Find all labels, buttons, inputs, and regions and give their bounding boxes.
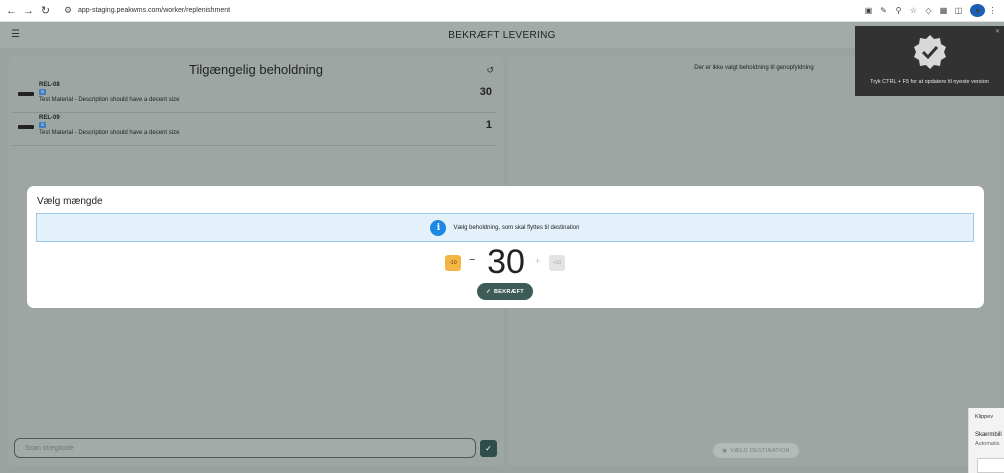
- inventory-title: Tilgængelig beholdning: [189, 62, 323, 77]
- increase-one-button[interactable]: +: [535, 256, 540, 266]
- notification-thumbnail: [977, 458, 1004, 473]
- select-destination-label: VÆLG DESTINATION: [730, 447, 790, 454]
- hamburger-menu-icon[interactable]: ☰: [11, 29, 20, 40]
- select-destination-button[interactable]: ◉ VÆLG DESTINATION: [713, 443, 799, 458]
- verified-badge-icon: [914, 35, 946, 69]
- page-title: BEKRÆFT LEVERING: [448, 29, 556, 41]
- refresh-icon[interactable]: ↺: [486, 65, 494, 76]
- forward-icon[interactable]: →: [20, 0, 37, 22]
- bookmark-star-icon[interactable]: ☆: [906, 6, 921, 15]
- app-header: ☰ BEKRÆFT LEVERING: [0, 22, 1004, 48]
- close-icon[interactable]: ✕: [995, 28, 1000, 35]
- toast-message: Tryk CTRL + F5 for at opdatere til nyest…: [870, 79, 989, 85]
- quantity-value: 30: [487, 243, 525, 281]
- info-alert: i Vælg beholdning, som skal flyttes til …: [36, 213, 974, 242]
- cast-icon[interactable]: ▣: [861, 6, 876, 15]
- inventory-row[interactable]: REL-09 S Test Material - Description sho…: [12, 113, 496, 146]
- item-description: Test Material - Description should have …: [39, 130, 180, 136]
- notification-title: Skærmbill: [975, 432, 1002, 438]
- inventory-row[interactable]: REL-08 S Test Material - Description sho…: [12, 80, 496, 113]
- notification-subtitle: Automatis: [975, 441, 1000, 447]
- quantity-stepper: -10 − 30 + +10: [445, 243, 567, 283]
- decrease-one-button[interactable]: −: [469, 254, 475, 266]
- item-type-icon: [18, 125, 34, 129]
- check-icon: ✓: [486, 288, 491, 295]
- zoom-icon[interactable]: ⚲: [891, 6, 906, 15]
- item-tag-badge: S: [39, 89, 46, 95]
- browser-toolbar: ← → ↻ ⚙ app-staging.peakwms.com/worker/r…: [0, 0, 1004, 22]
- quantity-dialog: Vælg mængde i Vælg beholdning, som skal …: [27, 186, 984, 308]
- item-quantity: 30: [479, 86, 492, 98]
- item-quantity: 1: [485, 119, 492, 131]
- check-icon: ✓: [485, 444, 492, 453]
- scan-submit-button[interactable]: ✓: [480, 440, 497, 457]
- dialog-title: Vælg mængde: [37, 196, 103, 207]
- address-bar[interactable]: app-staging.peakwms.com/worker/replenish…: [78, 7, 861, 14]
- item-type-icon: [18, 92, 34, 96]
- extension-icon[interactable]: ◇: [921, 6, 936, 15]
- update-toast: ✕ Tryk CTRL + F5 for at opdatere til nye…: [855, 26, 1004, 96]
- confirm-label: BEKRÆFT: [494, 288, 524, 295]
- location-pin-icon: ◉: [722, 447, 728, 454]
- os-notification[interactable]: Klippev Skærmbill Automatis: [968, 408, 1004, 473]
- back-icon[interactable]: ←: [3, 0, 20, 22]
- decrease-ten-button[interactable]: -10: [445, 255, 461, 271]
- item-description: Test Material - Description should have …: [39, 97, 180, 103]
- browser-menu-icon[interactable]: ⋮: [985, 6, 1000, 15]
- item-code: REL-09: [39, 115, 60, 121]
- extensions-puzzle-icon[interactable]: ▦: [936, 6, 951, 15]
- browser-actions: ▣ ✎ ⚲ ☆ ◇ ▦ ◫ ● ⋮: [861, 4, 1000, 17]
- scan-barcode-input[interactable]: [14, 438, 476, 458]
- site-info-icon[interactable]: ⚙: [60, 5, 76, 16]
- translate-icon[interactable]: ✎: [876, 6, 891, 15]
- info-message: Vælg beholdning, som skal flyttes til de…: [453, 224, 580, 231]
- notification-app-name: Klippev: [975, 414, 994, 420]
- item-code: REL-08: [39, 82, 60, 88]
- reload-icon[interactable]: ↻: [37, 0, 54, 22]
- confirm-button[interactable]: ✓ BEKRÆFT: [477, 283, 533, 300]
- increase-ten-button[interactable]: +10: [549, 255, 565, 271]
- profile-avatar-icon[interactable]: ●: [970, 4, 985, 17]
- sidebar-icon[interactable]: ◫: [951, 6, 966, 15]
- item-tag-badge: S: [39, 122, 46, 128]
- info-icon: i: [430, 219, 447, 236]
